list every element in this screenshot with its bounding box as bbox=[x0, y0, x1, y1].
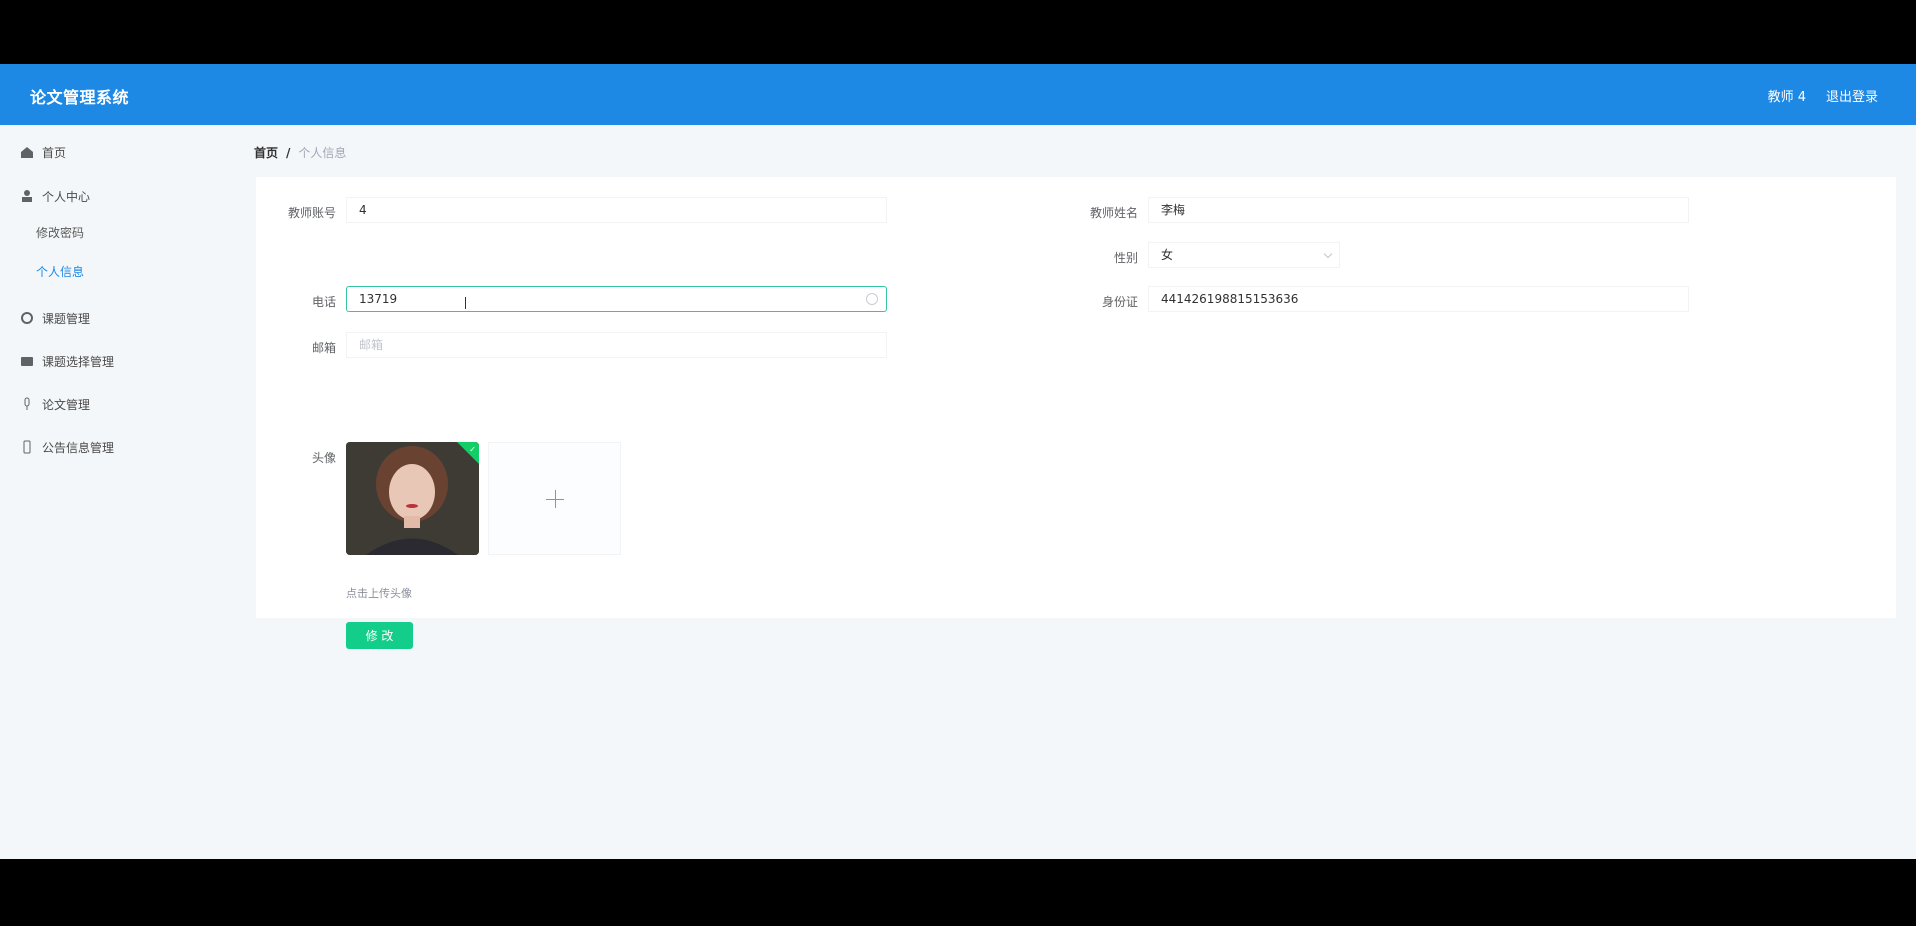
gear-icon bbox=[21, 312, 33, 324]
sidebar-item-announcement[interactable]: 公告信息管理 bbox=[20, 436, 114, 458]
email-label: 邮箱 bbox=[311, 341, 336, 355]
avatar[interactable]: ✓ bbox=[346, 442, 479, 555]
upload-avatar-button[interactable] bbox=[488, 442, 621, 555]
phone-value: 13719 bbox=[359, 292, 398, 306]
sidebar-item-personal-center[interactable]: 个人中心 bbox=[20, 185, 90, 207]
header-user-area: 教师 4 退出登录 bbox=[1768, 86, 1878, 105]
text-cursor bbox=[465, 297, 466, 309]
breadcrumb-separator: / bbox=[286, 145, 291, 160]
sidebar-subitem-personal-info[interactable]: 个人信息 bbox=[36, 263, 84, 280]
idcard-label: 身份证 bbox=[1101, 295, 1138, 309]
user-name[interactable]: 教师 4 bbox=[1768, 86, 1806, 105]
upload-tip: 点击上传头像 bbox=[346, 587, 412, 600]
sidebar-item-label: 课题选择管理 bbox=[42, 354, 115, 369]
sidebar-item-label: 课题管理 bbox=[42, 311, 91, 326]
phone-input[interactable]: 13719 bbox=[346, 286, 887, 312]
sidebar-item-paper-management[interactable]: 论文管理 bbox=[20, 393, 90, 415]
chevron-down-icon bbox=[1323, 249, 1333, 259]
sidebar-item-label: 个人中心 bbox=[42, 189, 91, 204]
sidebar-subitem-change-password[interactable]: 修改密码 bbox=[36, 224, 84, 241]
account-label: 教师账号 bbox=[287, 206, 336, 220]
teacher-name-label: 教师姓名 bbox=[1089, 206, 1138, 220]
submit-button[interactable]: 修 改 bbox=[346, 622, 413, 649]
idcard-field[interactable]: 441426198815153636 bbox=[1148, 286, 1689, 312]
mic-icon bbox=[24, 397, 30, 410]
email-field[interactable]: 邮箱 bbox=[346, 332, 887, 358]
breadcrumb: 首页 / 个人信息 bbox=[254, 144, 346, 161]
gender-value: 女 bbox=[1161, 248, 1174, 262]
app-title: 论文管理系统 bbox=[30, 88, 130, 107]
sidebar-item-label: 公告信息管理 bbox=[42, 440, 115, 455]
sidebar-item-topic-selection[interactable]: 课题选择管理 bbox=[20, 350, 114, 372]
sidebar: 首页 个人中心 修改密码 个人信息 课题管理 课题选择管理 论文管理 公告信息管… bbox=[0, 125, 232, 859]
profile-form-card: 教师账号 4 教师姓名 李梅 性别 女 电话 13719 身份证 4414261… bbox=[256, 177, 1896, 649]
top-header: 论文管理系统 教师 4 退出登录 bbox=[0, 64, 1916, 125]
clear-icon[interactable] bbox=[866, 293, 878, 305]
folder-icon bbox=[21, 357, 33, 366]
gender-select[interactable]: 女 bbox=[1148, 242, 1340, 268]
home-icon bbox=[21, 147, 33, 158]
phone-icon bbox=[23, 440, 31, 454]
sidebar-item-label: 论文管理 bbox=[42, 397, 91, 412]
sidebar-item-label: 首页 bbox=[42, 145, 67, 160]
teacher-name-field[interactable]: 李梅 bbox=[1148, 197, 1689, 223]
plus-icon-vertical bbox=[555, 490, 556, 508]
avatar-label: 头像 bbox=[311, 451, 336, 465]
logout-link[interactable]: 退出登录 bbox=[1826, 86, 1878, 105]
breadcrumb-current: 个人信息 bbox=[298, 146, 347, 160]
user-icon bbox=[22, 190, 32, 202]
phone-label: 电话 bbox=[311, 295, 336, 309]
check-icon: ✓ bbox=[469, 445, 476, 454]
app-window: 论文管理系统 教师 4 退出登录 首页 个人中心 修改密码 个人信息 课题管理 … bbox=[0, 64, 1916, 859]
sidebar-item-topic-management[interactable]: 课题管理 bbox=[20, 307, 90, 329]
gender-label: 性别 bbox=[1113, 251, 1138, 265]
breadcrumb-home[interactable]: 首页 bbox=[254, 144, 278, 161]
sidebar-item-home[interactable]: 首页 bbox=[20, 141, 66, 163]
account-field[interactable]: 4 bbox=[346, 197, 887, 223]
